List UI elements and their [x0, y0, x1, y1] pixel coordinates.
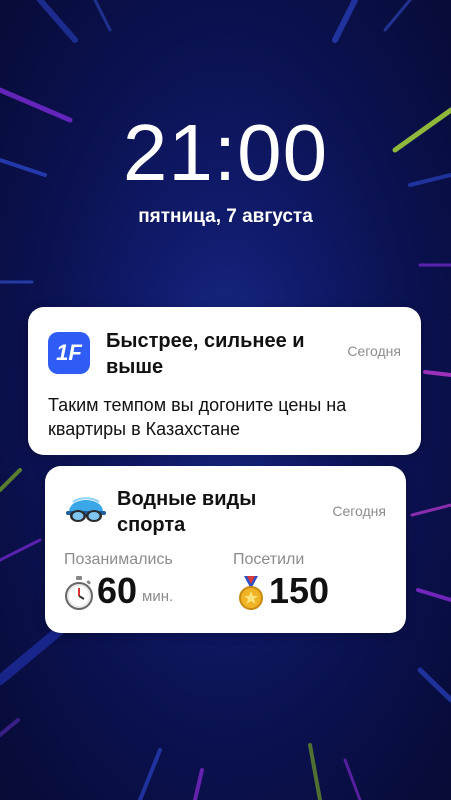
date: пятница, 7 августа [138, 206, 313, 227]
stat-visited: 150 [235, 571, 329, 611]
clock: 21:00 [122, 108, 329, 197]
notification-title: Быстрее, сильнее и выше [106, 330, 305, 378]
stat-unit: мин. [142, 588, 174, 605]
stopwatch-icon [65, 576, 93, 610]
stat-label-trained: Позанимались [64, 551, 173, 568]
swim-cap-goggles-icon [66, 497, 106, 522]
notification-time: Сегодня [332, 503, 386, 519]
notification-card[interactable]: Водные виды спорта Сегодня Позанимались … [45, 466, 406, 633]
notification-card[interactable]: 1F Быстрее, сильнее и выше Сегодня Таким… [28, 307, 421, 455]
app-logo-1f-icon: 1F [48, 332, 90, 374]
notification-title: Водные виды спорта [117, 488, 257, 536]
stat-label-visited: Посетили [233, 551, 305, 568]
notification-time: Сегодня [347, 343, 401, 359]
stat-trained: 60 мин. [63, 571, 173, 611]
stat-value-visits: 150 [269, 570, 330, 611]
stat-value-minutes: 60 [97, 570, 138, 611]
medal-icon [239, 576, 263, 610]
notification-body: Таким темпом вы догоните цены на квартир… [48, 395, 347, 439]
